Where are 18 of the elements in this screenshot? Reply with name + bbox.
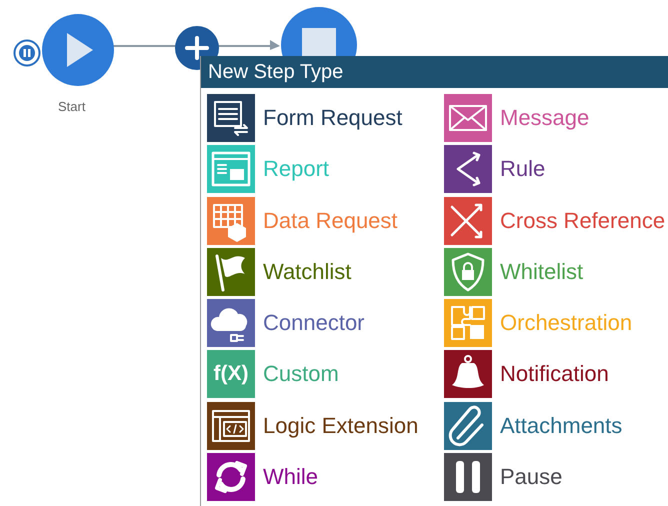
step-type-item[interactable]: Connector	[207, 299, 444, 348]
step-type-item[interactable]: f(X) Custom	[207, 350, 444, 398]
step-type-item[interactable]: Form Request	[207, 94, 444, 142]
step-type-item[interactable]: Rule	[444, 145, 668, 194]
menu-title: New Step Type	[201, 56, 668, 88]
pause-toggle[interactable]	[13, 39, 41, 67]
step-type-item[interactable]: Cross Reference	[444, 196, 668, 245]
step-type-item[interactable]: Notification	[444, 350, 668, 398]
node-label: Start	[58, 99, 86, 114]
function-icon: f(X)	[207, 350, 255, 398]
step-type-item[interactable]: Watchlist	[207, 248, 444, 296]
step-type-item[interactable]: Attachments	[444, 402, 668, 450]
step-type-item[interactable]: While	[207, 453, 444, 502]
step-type-item[interactable]: Message	[444, 94, 668, 142]
step-type-item[interactable]: Logic Extension	[207, 402, 444, 450]
step-type-item[interactable]: Pause	[444, 453, 668, 502]
step-type-item[interactable]: Whitelist	[444, 248, 668, 296]
start-node[interactable]	[41, 13, 115, 87]
